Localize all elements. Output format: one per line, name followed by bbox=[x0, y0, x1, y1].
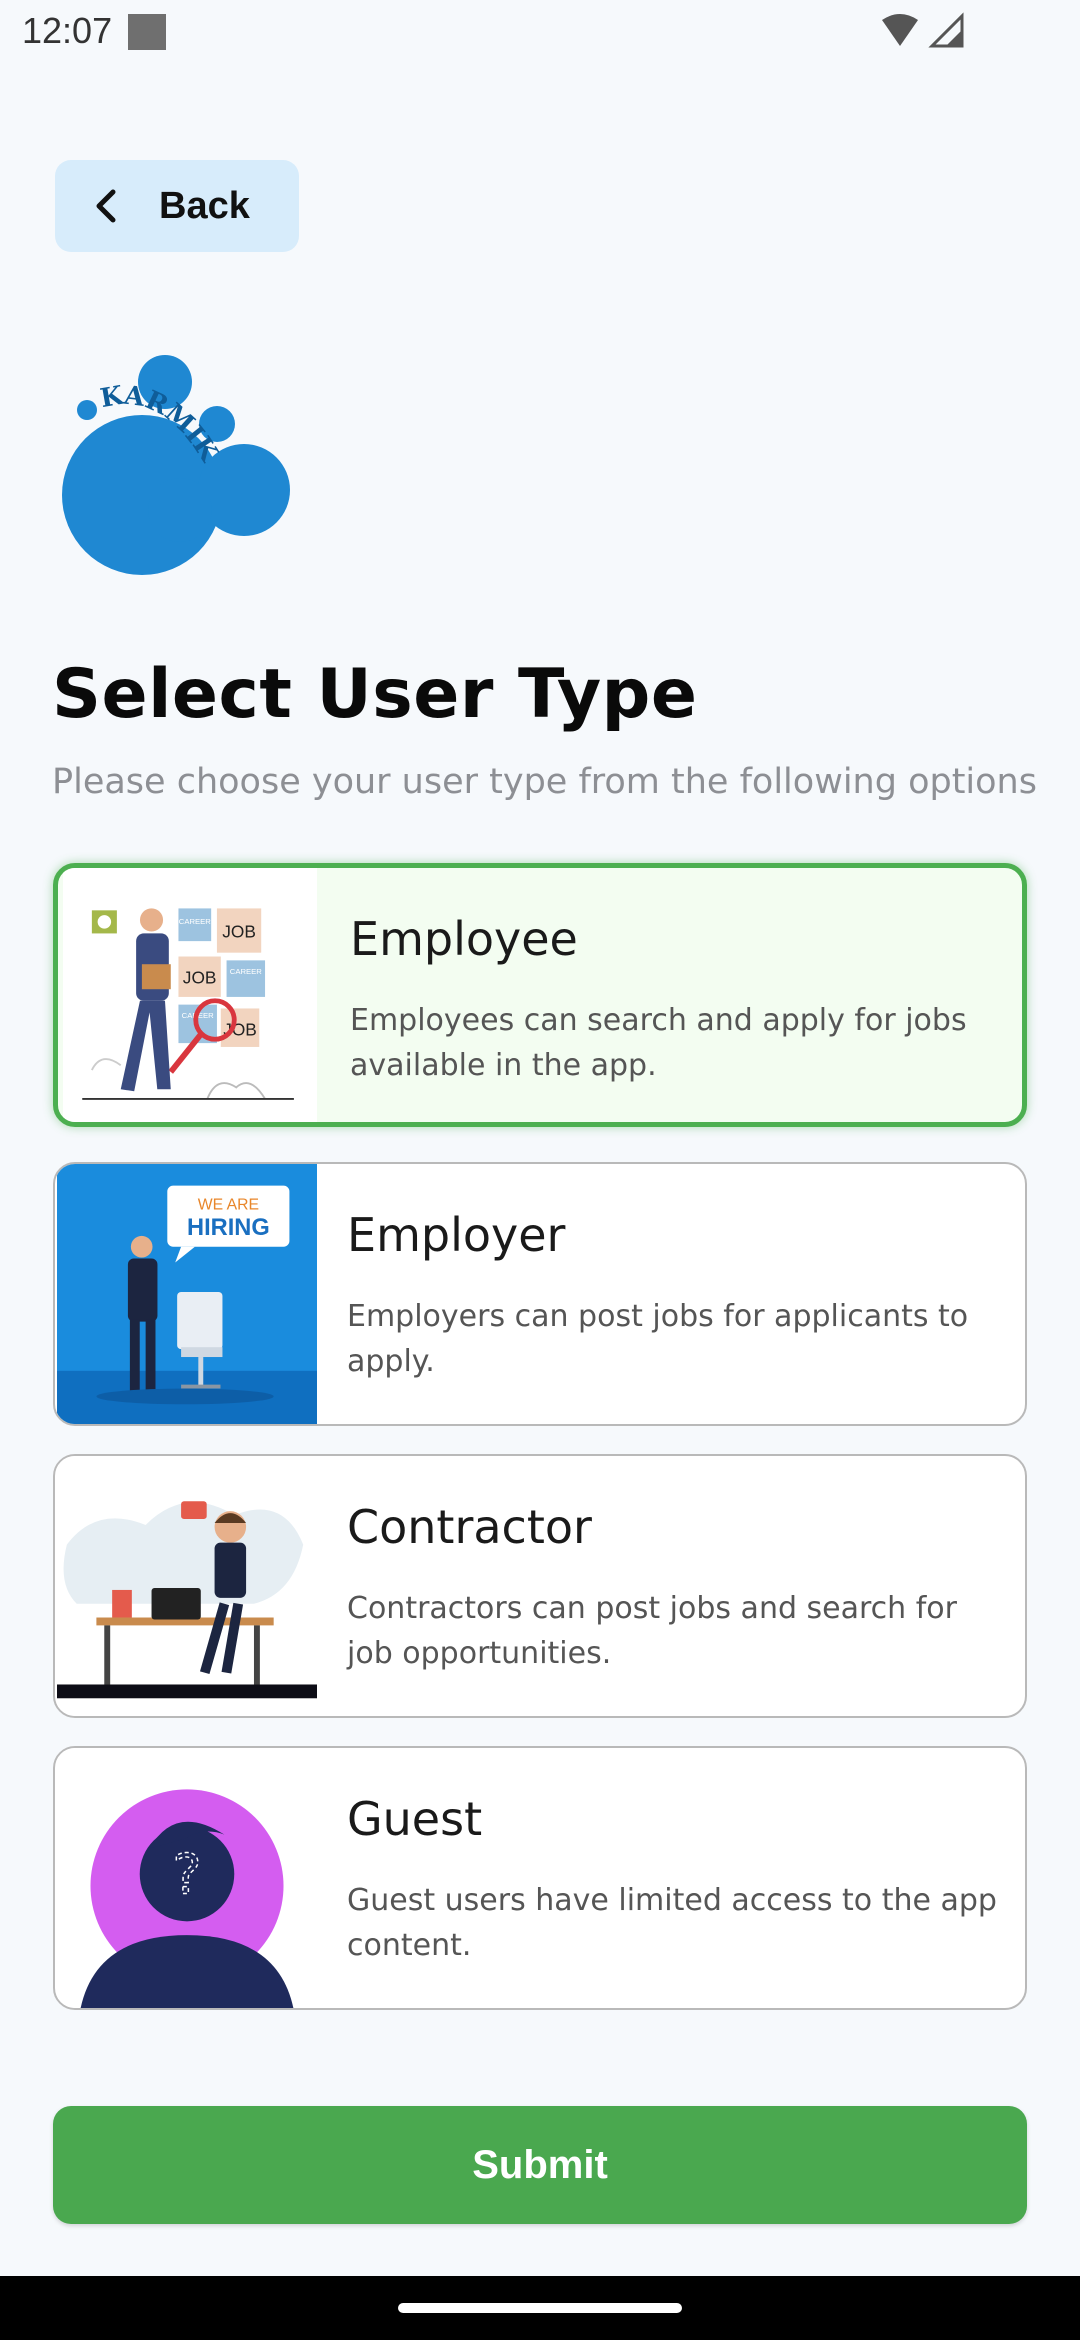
user-type-card-guest[interactable]: ? Guest Guest users have limited access … bbox=[53, 1746, 1027, 2010]
card-description: Employers can post jobs for applicants t… bbox=[347, 1299, 969, 1379]
svg-text:CAREER: CAREER bbox=[179, 917, 211, 926]
card-description: Contractors can post jobs and search for… bbox=[347, 1591, 957, 1671]
svg-text:JOB: JOB bbox=[183, 967, 217, 987]
card-title: Guest bbox=[347, 1792, 483, 1846]
card-text: Guest Guest users have limited access to… bbox=[319, 1748, 1025, 2008]
contractor-illustration bbox=[55, 1456, 319, 1716]
user-type-card-employer[interactable]: WE ARE HIRING Employer Employers can pos… bbox=[53, 1162, 1027, 1426]
employer-illustration: WE ARE HIRING bbox=[55, 1164, 319, 1424]
page-title: Select User Type bbox=[52, 655, 698, 734]
svg-text:?: ? bbox=[172, 1844, 201, 1908]
card-title: Contractor bbox=[347, 1500, 592, 1554]
back-label: Back bbox=[159, 184, 250, 227]
card-text: Contractor Contractors can post jobs and… bbox=[319, 1456, 1025, 1716]
status-bar: 12:07 bbox=[0, 0, 1080, 64]
submit-button[interactable]: Submit bbox=[53, 2106, 1027, 2224]
svg-text:WE ARE: WE ARE bbox=[198, 1196, 259, 1213]
user-type-card-employee[interactable]: JOB CAREER JOB CAREER CAREER JOB Employe… bbox=[53, 863, 1027, 1127]
guest-illustration: ? bbox=[55, 1748, 319, 2008]
back-button[interactable]: Back bbox=[55, 160, 299, 252]
card-text: Employee Employees can search and apply … bbox=[322, 868, 1022, 1122]
svg-text:HIRING: HIRING bbox=[187, 1215, 270, 1241]
card-title: Employer bbox=[347, 1208, 566, 1262]
svg-text:CAREER: CAREER bbox=[230, 967, 262, 976]
card-description: Employees can search and apply for jobs … bbox=[350, 1003, 967, 1083]
home-indicator[interactable] bbox=[398, 2303, 682, 2313]
notification-icon bbox=[128, 14, 166, 50]
status-time: 12:07 bbox=[22, 10, 113, 51]
card-title: Employee bbox=[350, 912, 578, 966]
karmik-logo: KARMIK bbox=[62, 355, 290, 575]
card-text: Employer Employers can post jobs for app… bbox=[319, 1164, 1025, 1424]
svg-text:JOB: JOB bbox=[222, 921, 256, 941]
chevron-left-icon bbox=[96, 189, 116, 223]
user-type-card-contractor[interactable]: Contractor Contractors can post jobs and… bbox=[53, 1454, 1027, 1718]
signal-wifi-icon bbox=[882, 12, 964, 48]
employee-illustration: JOB CAREER JOB CAREER CAREER JOB bbox=[58, 868, 322, 1122]
page-subtitle: Please choose your user type from the fo… bbox=[52, 762, 1037, 802]
card-description: Guest users have limited access to the a… bbox=[347, 1883, 997, 1963]
